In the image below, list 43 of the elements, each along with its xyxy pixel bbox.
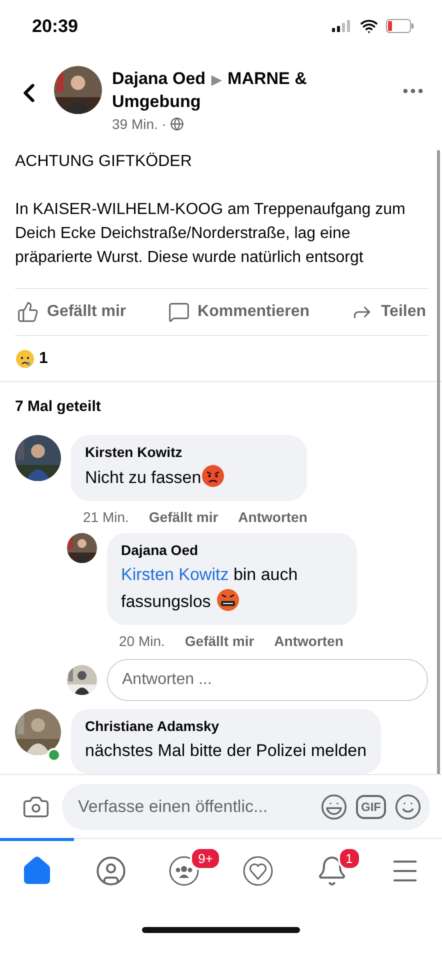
- notification-badge: 9+: [190, 847, 221, 870]
- notification-badge: 1: [338, 847, 361, 870]
- status-time: 20:39: [32, 16, 78, 36]
- emoji-icon[interactable]: [394, 792, 422, 820]
- wifi-icon: [360, 17, 378, 35]
- comment-text: Nicht zu fassen: [85, 464, 294, 491]
- groups-tab[interactable]: 9+: [147, 838, 222, 900]
- battery-icon: [386, 19, 414, 33]
- sticker-icon[interactable]: [320, 792, 348, 820]
- cursing-face-icon: [216, 588, 240, 612]
- reply-field[interactable]: Antworten ...: [107, 659, 428, 701]
- post-header-title: Dajana Oed ▶ MARNE & Umgebung: [112, 68, 308, 113]
- comment-time: 20 Min.: [119, 633, 165, 649]
- like-link[interactable]: Gefällt mir: [148, 509, 218, 525]
- mention-link[interactable]: Kirsten Kowitz: [121, 565, 229, 584]
- comment-author: Kirsten Kowitz: [85, 444, 184, 460]
- comment-author: Dajana Oed: [121, 542, 200, 558]
- comment-field[interactable]: Verfasse einen öffentlic... GIF: [62, 784, 430, 830]
- profile-icon: [94, 854, 126, 886]
- share-button[interactable]: Teilen: [348, 301, 428, 324]
- notifications-tab[interactable]: 1: [294, 838, 368, 900]
- comment-time: 21 Min.: [83, 509, 129, 525]
- speech-bubble-icon: [168, 301, 190, 324]
- reaction-count: 1: [39, 350, 48, 368]
- signal-icon: [332, 20, 352, 32]
- reply-link[interactable]: Antworten: [238, 509, 308, 525]
- globe-icon: [170, 117, 184, 131]
- angry-face-icon: [201, 464, 226, 488]
- post-title: ACHTUNG GIFTKÖDER: [15, 152, 193, 172]
- groups-icon: [168, 854, 200, 886]
- comment-text: nächstes Mal bitte der Polizei melden: [85, 740, 367, 762]
- post-time: 39 Min. ·: [112, 116, 166, 132]
- share-count: 7 Mal geteilt: [15, 397, 102, 417]
- gif-button[interactable]: GIF: [356, 794, 386, 818]
- reply-link[interactable]: Antworten: [274, 633, 344, 649]
- comment-text: Kirsten Kowitz bin auch fassungslos: [121, 564, 299, 614]
- comment-author: Christiane Adamsky: [85, 718, 220, 734]
- like-button[interactable]: Gefällt mir: [15, 301, 128, 324]
- comment-button[interactable]: Kommentieren: [166, 301, 312, 324]
- crying-face-icon: [15, 348, 35, 369]
- thumbs-up-icon: [17, 301, 39, 324]
- like-link[interactable]: Gefällt mir: [184, 633, 254, 649]
- post-text: In KAISER-WILHELM-KOOG am Treppenaufgang zum Deich Ecke Deichstraße/Norderstraße, lag eine präparierte Wurst. Diese wurde natürlich entsorgt: [15, 200, 406, 268]
